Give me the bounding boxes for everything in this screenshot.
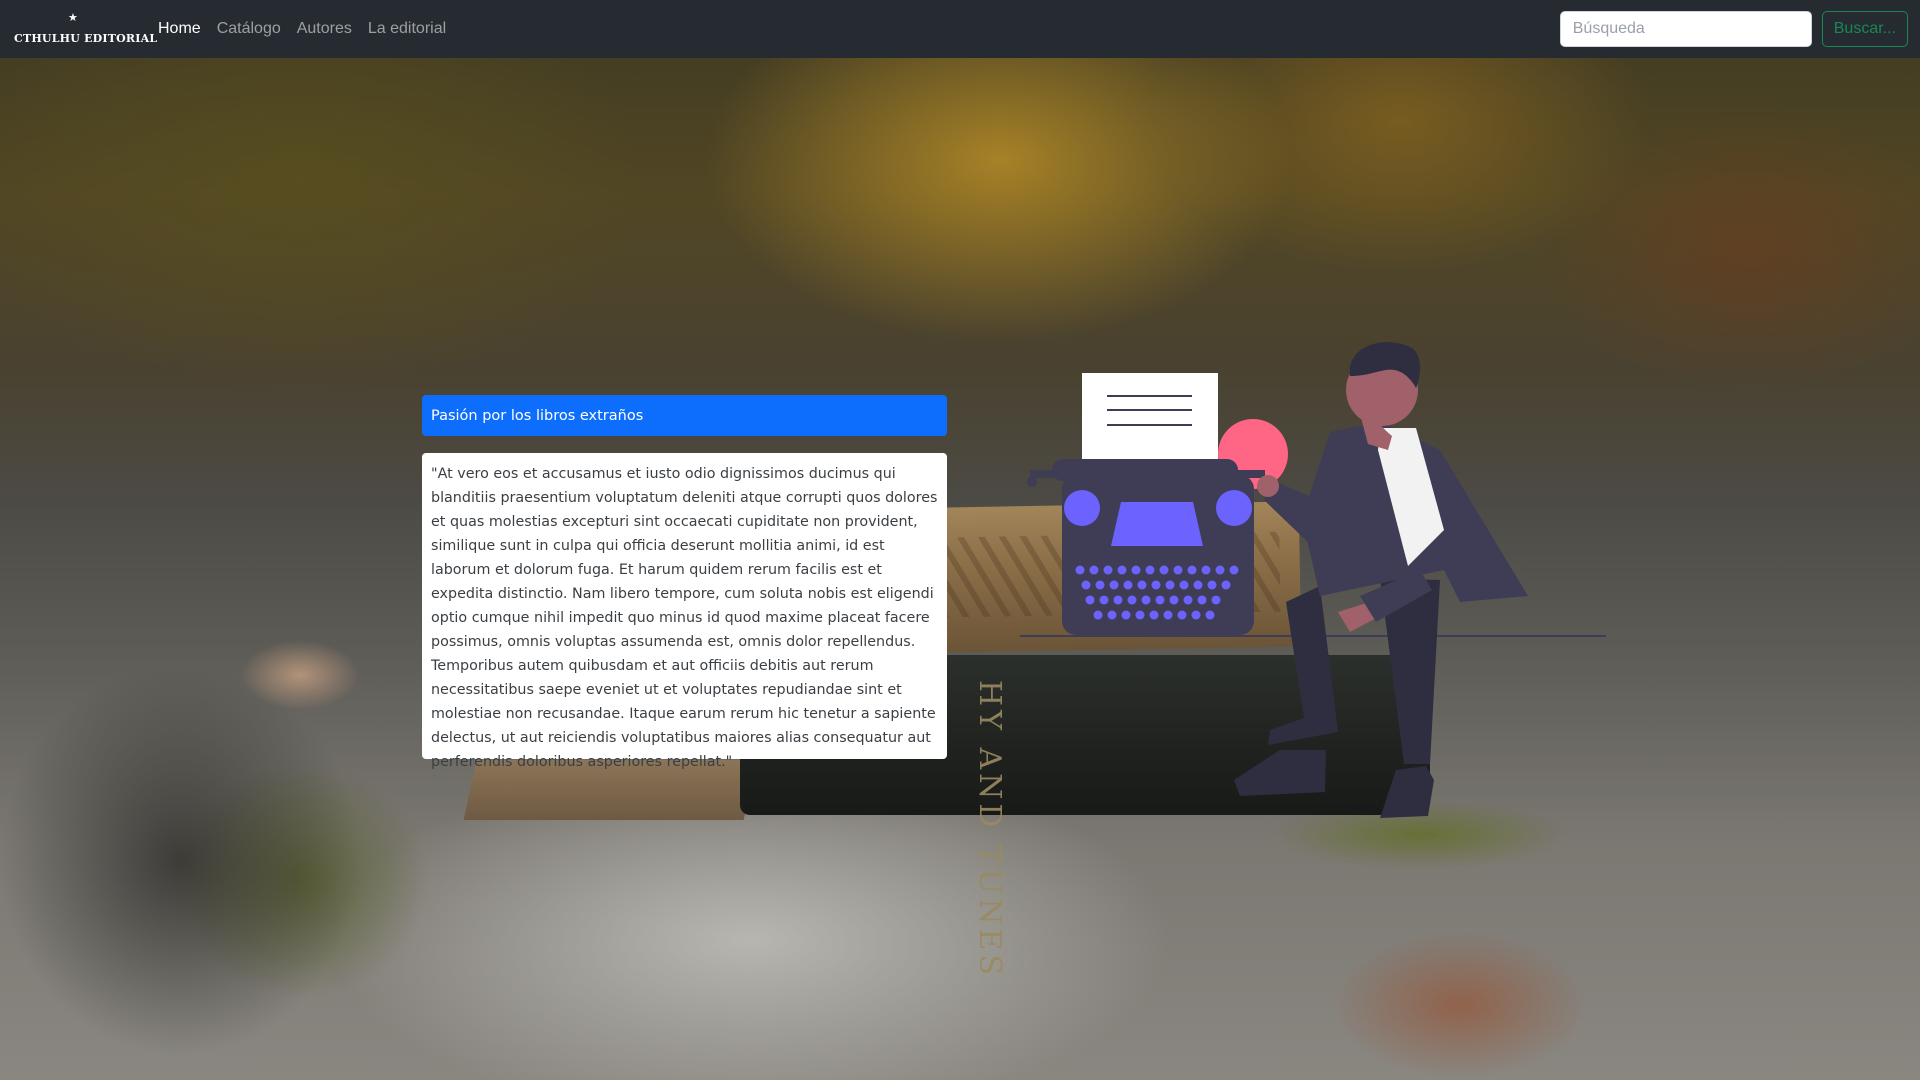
background-photo: HY AND TUNES bbox=[0, 0, 1920, 1080]
star-icon: ★ bbox=[68, 11, 78, 24]
book-spine-text: HY AND TUNES bbox=[972, 680, 1007, 980]
fallen-leaf bbox=[1330, 930, 1590, 1080]
search-input[interactable] bbox=[1559, 11, 1812, 47]
search-button[interactable]: Buscar... bbox=[1821, 11, 1908, 47]
writer-illustration bbox=[1020, 342, 1606, 818]
headline-banner: Pasión por los libros extraños bbox=[422, 395, 947, 436]
fallen-leaf bbox=[240, 640, 360, 710]
seated-person bbox=[1234, 342, 1528, 818]
typewriter-plate bbox=[1111, 502, 1203, 546]
typewriter-paper bbox=[1082, 373, 1218, 461]
quote-card: "At vero eos et accusamus et iusto odio … bbox=[422, 453, 947, 770]
nav-link-home[interactable]: Home bbox=[158, 20, 201, 38]
headline-text: Pasión por los libros extraños bbox=[431, 407, 644, 424]
nav-link-la-editorial[interactable]: La editorial bbox=[368, 20, 446, 38]
brand-name: CTHULHU EDITORIAL bbox=[14, 32, 158, 45]
nav-links: Home Catálogo Autores La editorial bbox=[158, 20, 446, 38]
nav-link-catalogo[interactable]: Catálogo bbox=[217, 20, 281, 38]
quote-text: "At vero eos et accusamus et iusto odio … bbox=[431, 466, 938, 770]
brand-logo[interactable]: ★ CTHULHU EDITORIAL bbox=[14, 9, 157, 49]
top-navbar: ★ CTHULHU EDITORIAL Home Catálogo Autore… bbox=[0, 0, 1920, 58]
moss-patch bbox=[170, 760, 430, 1000]
nav-link-autores[interactable]: Autores bbox=[297, 20, 352, 38]
search-form: Buscar... bbox=[1559, 11, 1908, 47]
